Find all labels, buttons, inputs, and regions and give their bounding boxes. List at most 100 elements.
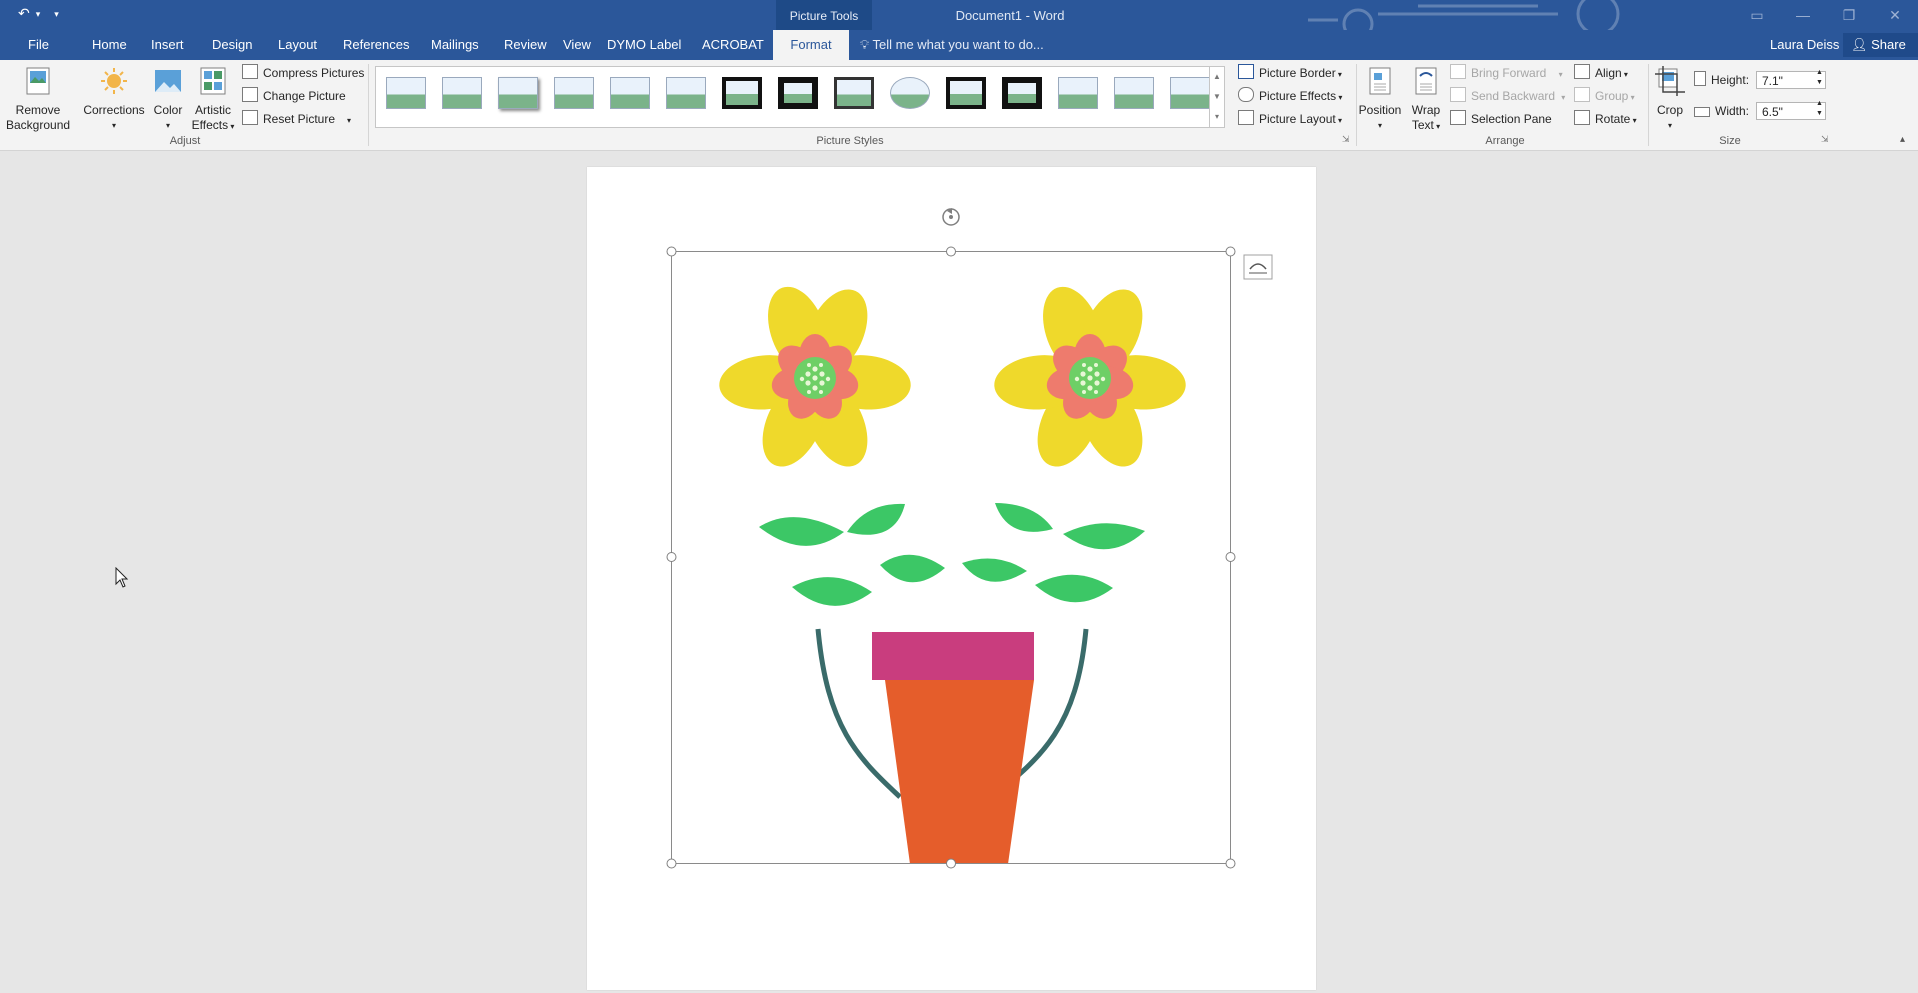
corrections-button[interactable]: Corrections ▾: [82, 66, 146, 133]
bring-forward-button[interactable]: Bring Forward ▾: [1450, 64, 1563, 84]
bring-forward-icon: [1450, 64, 1466, 79]
picture-style-thumbnail[interactable]: [1002, 77, 1042, 109]
gallery-up-icon[interactable]: ▲: [1210, 67, 1224, 87]
group-button[interactable]: Group ▾: [1574, 87, 1635, 107]
arrange-group-label: Arrange: [1485, 135, 1525, 147]
minimize-icon[interactable]: —: [1780, 0, 1826, 30]
picture-style-thumbnail[interactable]: [666, 77, 706, 109]
selection-pane-icon: [1450, 110, 1466, 125]
send-backward-label: Send Backward: [1471, 89, 1556, 103]
layout-options-icon[interactable]: [1243, 254, 1273, 280]
picture-style-thumbnail[interactable]: [890, 77, 930, 109]
picture-style-thumbnail[interactable]: [946, 77, 986, 109]
change-picture-button[interactable]: Change Picture: [242, 87, 346, 105]
tab-mailings[interactable]: Mailings: [421, 30, 489, 60]
artistic-effects-button[interactable]: Artistic Effects ▾: [190, 66, 236, 134]
picture-layout-button[interactable]: Picture Layout ▾: [1238, 110, 1342, 130]
tab-view[interactable]: View: [553, 30, 601, 60]
tab-acrobat[interactable]: ACROBAT: [692, 30, 774, 60]
height-spinner[interactable]: ▲ ▼: [1816, 68, 1823, 88]
compress-pictures-button[interactable]: Compress Pictures: [242, 64, 364, 82]
selection-pane-label: Selection Pane: [1471, 112, 1552, 126]
gallery-scroll[interactable]: ▲ ▼ ▾: [1209, 67, 1224, 127]
picture-style-thumbnail[interactable]: [610, 77, 650, 109]
picture-style-thumbnail[interactable]: [498, 77, 538, 109]
picture-style-thumbnail[interactable]: [722, 77, 762, 109]
crop-button[interactable]: Crop ▾: [1650, 66, 1690, 133]
position-button[interactable]: Position ▾: [1358, 66, 1402, 133]
separator: [1356, 64, 1357, 146]
remove-background-label-2: Background: [6, 118, 71, 132]
share-button[interactable]: 👤︎ Share: [1843, 33, 1918, 57]
restore-icon[interactable]: ❐: [1826, 0, 1872, 30]
tab-review[interactable]: Review: [494, 30, 557, 60]
customize-qat-icon[interactable]: ▾: [54, 9, 59, 22]
height-icon: [1694, 71, 1706, 86]
rotate-handle-icon[interactable]: [942, 208, 960, 226]
lightbulb-icon: 💡︎: [860, 37, 870, 52]
position-label: Position: [1358, 103, 1402, 117]
size-group-label: Size: [1719, 135, 1741, 147]
bring-forward-label: Bring Forward: [1471, 66, 1547, 80]
separator: [1648, 64, 1649, 146]
flower-pot-picture[interactable]: [587, 167, 1316, 990]
picture-styles-gallery[interactable]: ▲ ▼ ▾: [375, 66, 1225, 128]
ribbon-display-options-icon[interactable]: ▭: [1734, 0, 1780, 30]
picture-styles-launcher-icon[interactable]: ⇲: [1342, 134, 1350, 145]
rotate-button[interactable]: Rotate ▾: [1574, 110, 1637, 130]
window-controls: ▭ — ❐ ✕: [1734, 0, 1918, 30]
close-icon[interactable]: ✕: [1872, 0, 1918, 30]
change-picture-label: Change Picture: [263, 89, 346, 103]
size-launcher-icon[interactable]: ⇲: [1821, 134, 1829, 145]
reset-dropdown-icon[interactable]: ▾: [347, 116, 351, 125]
remove-background-button[interactable]: Remove Background: [6, 66, 70, 133]
wrap-text-button[interactable]: Wrap Text ▾: [1404, 66, 1448, 134]
color-picture-icon: [155, 70, 181, 92]
picture-style-thumbnail[interactable]: [1114, 77, 1154, 109]
picture-style-thumbnail[interactable]: [442, 77, 482, 109]
compress-icon: [242, 64, 258, 79]
picture-style-thumbnail[interactable]: [834, 77, 874, 109]
document-page[interactable]: [587, 167, 1316, 990]
tab-insert[interactable]: Insert: [141, 30, 194, 60]
gallery-more-icon[interactable]: ▾: [1210, 107, 1224, 127]
picture-layout-icon: [1238, 110, 1254, 125]
tab-design[interactable]: Design: [202, 30, 262, 60]
document-title: Document1 - Word: [955, 8, 1065, 23]
picture-styles-group-label: Picture Styles: [816, 135, 884, 147]
tab-home[interactable]: Home: [82, 30, 137, 60]
align-button[interactable]: Align ▾: [1574, 64, 1628, 84]
color-button[interactable]: Color ▾: [150, 66, 186, 133]
picture-style-thumbnail[interactable]: [554, 77, 594, 109]
width-spinner[interactable]: ▲ ▼: [1816, 99, 1823, 119]
tab-layout[interactable]: Layout: [268, 30, 327, 60]
undo-icon[interactable]: ↶: [18, 5, 30, 22]
user-name[interactable]: Laura Deiss: [1770, 30, 1839, 60]
tell-me-search[interactable]: 💡︎ Tell me what you want to do...: [860, 30, 1044, 60]
width-label: Width:: [1694, 102, 1749, 120]
selection-pane-button[interactable]: Selection Pane: [1450, 110, 1552, 128]
tab-dymo-label[interactable]: DYMO Label: [597, 30, 691, 60]
ribbon-tabs: File Home Insert Design Layout Reference…: [0, 30, 1918, 60]
reset-picture-button[interactable]: Reset Picture ▾: [242, 110, 351, 130]
picture-effects-button[interactable]: Picture Effects ▾: [1238, 87, 1342, 107]
compress-label: Compress Pictures: [263, 66, 365, 80]
undo-dropdown-icon[interactable]: ▾: [36, 9, 41, 22]
align-icon: [1574, 64, 1590, 79]
tab-references[interactable]: References: [333, 30, 419, 60]
picture-style-thumbnail[interactable]: [1058, 77, 1098, 109]
picture-border-button[interactable]: Picture Border ▾: [1238, 64, 1342, 84]
gallery-down-icon[interactable]: ▼: [1210, 87, 1224, 107]
picture-style-thumbnail[interactable]: [386, 77, 426, 109]
tab-file[interactable]: File: [18, 30, 59, 60]
picture-style-thumbnail[interactable]: [778, 77, 818, 109]
share-label: Share: [1871, 37, 1906, 52]
rotate-label: Rotate: [1595, 112, 1631, 126]
tab-format[interactable]: Format: [773, 30, 849, 60]
remove-background-label-1: Remove: [15, 103, 61, 117]
send-backward-button[interactable]: Send Backward ▾: [1450, 87, 1565, 107]
picture-border-icon: [1238, 64, 1254, 79]
picture-style-thumbnail[interactable]: [1170, 77, 1210, 109]
crop-dropdown-icon: ▾: [1667, 121, 1672, 130]
collapse-ribbon-icon[interactable]: ▴: [1900, 134, 1905, 145]
